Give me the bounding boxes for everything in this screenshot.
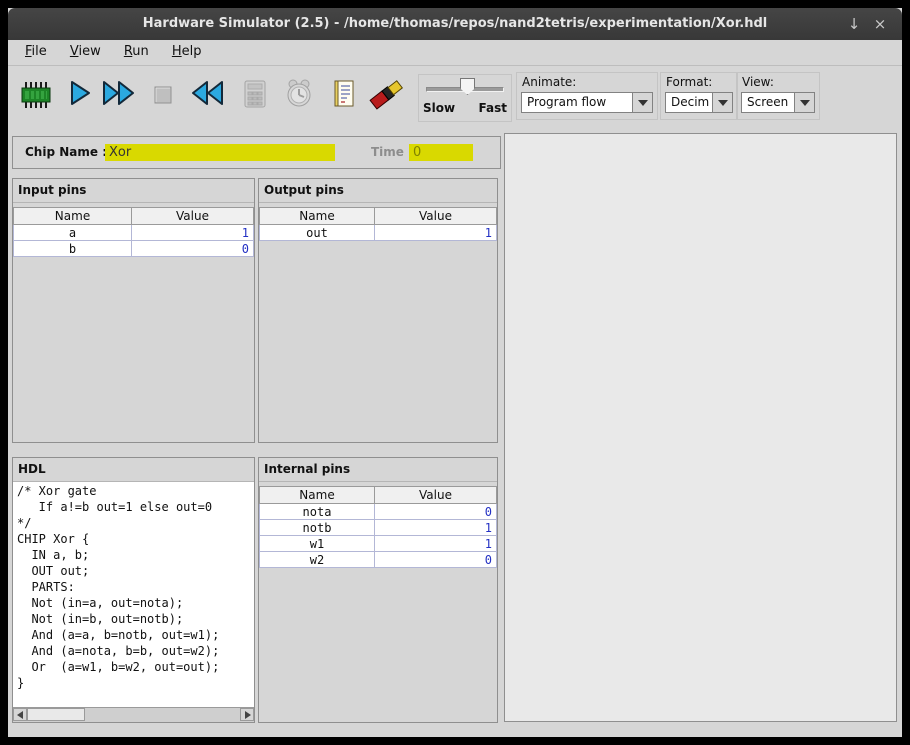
chip-name-bar: Chip Name : Xor Time : 0: [12, 136, 501, 169]
pin-name-cell: b: [14, 241, 132, 257]
calculator-icon: [240, 78, 270, 110]
chevron-down-icon[interactable]: [632, 93, 652, 112]
run-button[interactable]: [100, 78, 138, 108]
fast-forward-icon: [100, 78, 138, 108]
output-pins-header-name: Name: [260, 208, 375, 225]
table-row: w2 0: [260, 552, 497, 568]
animate-select[interactable]: Program flow: [521, 92, 653, 113]
format-group: Format: Decimal: [660, 72, 738, 120]
chevron-down-icon[interactable]: [794, 93, 814, 112]
input-pins-panel: Input pins Name Value a 1 b 0: [12, 178, 255, 443]
table-row: out 1: [260, 225, 497, 241]
rewind-icon: [188, 78, 226, 108]
table-row: w1 1: [260, 536, 497, 552]
view-program-button[interactable]: [330, 78, 358, 110]
input-pins-table: Name Value a 1 b 0: [13, 207, 254, 257]
single-step-icon: [64, 78, 94, 108]
screen-view-panel: [504, 133, 897, 722]
scroll-left-icon[interactable]: [13, 708, 27, 721]
internal-pins-header-name: Name: [260, 487, 375, 504]
time-label: Time :: [371, 145, 413, 159]
animate-label: Animate:: [522, 75, 653, 89]
input-pins-header-value: Value: [132, 208, 254, 225]
slider-slow-label: Slow: [423, 101, 455, 115]
calculator-button: [240, 78, 270, 110]
input-pins-title: Input pins: [13, 179, 254, 203]
chip-icon: [18, 80, 54, 110]
view-select[interactable]: Screen: [741, 92, 815, 113]
format-selected-value: Decimal: [671, 93, 710, 112]
output-pins-title: Output pins: [259, 179, 497, 203]
format-label: Format:: [666, 75, 733, 89]
table-row: notb 1: [260, 520, 497, 536]
document-icon: [330, 78, 358, 110]
format-select[interactable]: Decimal: [665, 92, 733, 113]
chip-name-label: Chip Name :: [25, 145, 107, 159]
pin-value-cell: 0: [375, 504, 497, 520]
internal-pins-table: Name Value nota 0 notb 1 w1 1 w2: [259, 486, 497, 568]
view-group: View: Screen: [736, 72, 820, 120]
clock-icon: [284, 78, 314, 110]
pin-name-cell: out: [260, 225, 375, 241]
table-row: b 0: [14, 241, 254, 257]
reset-button[interactable]: [188, 78, 226, 108]
internal-pins-title: Internal pins: [259, 458, 497, 482]
app-window: Hardware Simulator (2.5) - /home/thomas/…: [8, 8, 902, 737]
time-field: 0: [409, 144, 473, 161]
menu-run[interactable]: Run: [115, 40, 158, 66]
view-label: View:: [742, 75, 815, 89]
menu-bar: File View Run Help: [8, 40, 902, 66]
minimize-button[interactable]: ↓: [840, 8, 868, 40]
scrollbar-thumb[interactable]: [27, 708, 85, 721]
slider-thumb[interactable]: [460, 78, 475, 95]
output-pins-table: Name Value out 1: [259, 207, 497, 241]
pin-name-cell: a: [14, 225, 132, 241]
clock-button: [284, 78, 314, 110]
pin-name-cell: w2: [260, 552, 375, 568]
output-pins-panel: Output pins Name Value out 1: [258, 178, 498, 443]
single-step-button[interactable]: [64, 78, 94, 108]
internal-pins-header-value: Value: [375, 487, 497, 504]
speed-slider-group: Slow Fast: [418, 74, 512, 122]
speed-slider[interactable]: [424, 78, 506, 98]
slider-labels: Slow Fast: [423, 101, 507, 115]
pin-name-cell: nota: [260, 504, 375, 520]
window-title: Hardware Simulator (2.5) - /home/thomas/…: [8, 8, 902, 40]
table-row: a 1: [14, 225, 254, 241]
menu-view[interactable]: View: [61, 40, 110, 66]
pin-value-cell: 1: [375, 520, 497, 536]
slider-fast-label: Fast: [479, 101, 507, 115]
hdl-code-view[interactable]: /* Xor gate If a!=b out=1 else out=0 */ …: [13, 482, 254, 708]
chevron-down-icon[interactable]: [712, 93, 732, 112]
hdl-horizontal-scrollbar[interactable]: [13, 707, 254, 722]
load-chip-button[interactable]: [18, 80, 54, 110]
close-button[interactable]: ×: [866, 8, 894, 40]
eraser-icon: [366, 76, 406, 110]
animate-group: Animate: Program flow: [516, 72, 658, 120]
input-pins-header-name: Name: [14, 208, 132, 225]
menu-file[interactable]: File: [16, 40, 56, 66]
clear-screen-button[interactable]: [366, 76, 406, 110]
scroll-right-icon[interactable]: [240, 708, 254, 721]
stop-button[interactable]: [150, 82, 176, 108]
pin-value-cell: 1: [375, 536, 497, 552]
view-selected-value: Screen: [747, 93, 792, 112]
pin-value-cell[interactable]: 1: [132, 225, 254, 241]
animate-selected-value: Program flow: [527, 93, 630, 112]
stop-icon: [150, 82, 176, 108]
pin-name-cell: w1: [260, 536, 375, 552]
table-row: nota 0: [260, 504, 497, 520]
internal-pins-panel: Internal pins Name Value nota 0 notb 1: [258, 457, 498, 723]
hdl-panel: HDL /* Xor gate If a!=b out=1 else out=0…: [12, 457, 255, 723]
output-pins-header-value: Value: [375, 208, 497, 225]
toolbar: Slow Fast Animate: Program flow Format: …: [8, 66, 902, 132]
pin-value-cell[interactable]: 0: [132, 241, 254, 257]
pin-name-cell: notb: [260, 520, 375, 536]
pin-value-cell: 1: [375, 225, 497, 241]
pin-value-cell: 0: [375, 552, 497, 568]
titlebar[interactable]: Hardware Simulator (2.5) - /home/thomas/…: [8, 8, 902, 40]
chip-name-field[interactable]: Xor: [105, 144, 335, 161]
hdl-title: HDL: [13, 458, 254, 482]
menu-help[interactable]: Help: [163, 40, 211, 66]
